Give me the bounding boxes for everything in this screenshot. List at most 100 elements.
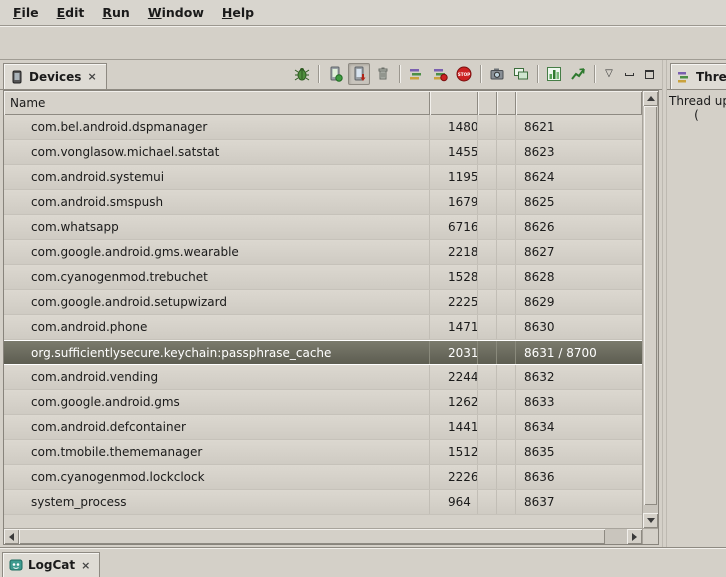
row-name-cell: com.android.systemui [4, 165, 430, 189]
close-icon[interactable]: × [86, 70, 97, 83]
row-port-cell: 8632 [516, 365, 642, 389]
column-header-s1[interactable] [478, 91, 497, 115]
start-method-profiling-icon[interactable] [429, 63, 451, 85]
row-spacer-cell [478, 115, 497, 139]
toolbar-separator [480, 65, 481, 83]
close-icon[interactable]: × [80, 559, 91, 572]
row-pid-cell: 1471 [430, 315, 478, 339]
row-pid-cell: 22440 [430, 365, 478, 389]
threads-message-line1: Thread up [669, 94, 724, 108]
dump-hprof-icon[interactable] [348, 63, 370, 85]
column-header-port[interactable] [516, 91, 642, 115]
row-pid-cell: 964 [430, 490, 478, 514]
menubar: File Edit Run Window Help [0, 0, 726, 26]
row-spacer-cell [478, 190, 497, 214]
cause-gc-icon[interactable] [372, 63, 394, 85]
row-spacer-cell [478, 215, 497, 239]
row-spacer-cell [497, 240, 516, 264]
row-pid-cell: 1679 [430, 190, 478, 214]
devices-toolbar: STOP [291, 63, 662, 89]
row-spacer-cell [497, 390, 516, 414]
row-pid-cell: 22265 [430, 465, 478, 489]
menu-help[interactable]: Help [213, 2, 263, 23]
scroll-right-icon[interactable] [627, 529, 642, 544]
screen-capture-icon[interactable] [486, 63, 508, 85]
table-row[interactable]: com.tmobile.thememanager 1512 8635 [4, 440, 642, 465]
menu-window[interactable]: Window [139, 2, 213, 23]
table-row[interactable]: com.android.systemui 1195 8624 [4, 165, 642, 190]
toolbar-separator [537, 65, 538, 83]
vertical-scrollbar[interactable] [643, 91, 658, 528]
table-row[interactable]: com.google.android.gms 12623 8633 [4, 390, 642, 415]
row-port-cell: 8635 [516, 440, 642, 464]
row-name-cell: com.android.vending [4, 365, 430, 389]
maximize-icon[interactable] [640, 65, 658, 83]
table-row[interactable]: com.android.smspush 1679 8625 [4, 190, 642, 215]
row-spacer-cell [478, 240, 497, 264]
row-name-cell: system_process [4, 490, 430, 514]
tab-logcat-label: LogCat [28, 558, 75, 572]
table-row[interactable]: org.sufficientlysecure.keychain:passphra… [4, 340, 642, 365]
ddms-window: File Edit Run Window Help Devices × [0, 0, 726, 577]
table-row[interactable]: com.bel.android.dspmanager 1480 8621 [4, 115, 642, 140]
column-header-name[interactable]: Name [4, 91, 430, 115]
row-spacer-cell [497, 415, 516, 439]
row-spacer-cell [478, 265, 497, 289]
device-table: Name com.bel.android.dspmanager 1480 862… [3, 90, 659, 545]
table-row[interactable]: com.google.android.gms.wearable 22185 86… [4, 240, 642, 265]
scroll-left-icon[interactable] [4, 529, 19, 544]
horizontal-scrollbar[interactable] [4, 528, 642, 544]
table-row[interactable]: com.google.android.setupwizard 22250 862… [4, 290, 642, 315]
row-spacer-cell [497, 290, 516, 314]
network-stats-icon[interactable] [567, 63, 589, 85]
screen-record-icon[interactable] [510, 63, 532, 85]
vertical-scroll-thumb[interactable] [644, 106, 657, 505]
column-header-s2[interactable] [497, 91, 516, 115]
row-spacer-cell [478, 290, 497, 314]
row-spacer-cell [478, 165, 497, 189]
row-spacer-cell [478, 490, 497, 514]
threads-message-line2: ( [669, 108, 724, 122]
toolbar-separator [318, 65, 319, 83]
row-port-cell: 8630 [516, 315, 642, 339]
minimize-icon[interactable] [620, 65, 638, 83]
device-icon [10, 70, 24, 84]
scroll-up-icon[interactable] [643, 91, 658, 106]
table-row[interactable]: com.android.phone 1471 8630 [4, 315, 642, 340]
tab-threads[interactable]: Threa [670, 63, 726, 89]
update-threads-icon[interactable] [405, 63, 427, 85]
row-spacer-cell [478, 341, 497, 364]
menu-edit[interactable]: Edit [48, 2, 94, 23]
table-row[interactable]: system_process 964 8637 [4, 490, 642, 515]
table-row[interactable]: com.cyanogenmod.trebuchet 1528 8628 [4, 265, 642, 290]
row-name-cell: com.tmobile.thememanager [4, 440, 430, 464]
row-name-cell: com.google.android.gms.wearable [4, 240, 430, 264]
logcat-icon [9, 558, 23, 572]
tab-devices[interactable]: Devices × [3, 63, 107, 89]
debug-process-icon[interactable] [291, 63, 313, 85]
row-pid-cell: 14411 [430, 415, 478, 439]
row-name-cell: com.android.smspush [4, 190, 430, 214]
table-row[interactable]: com.android.vending 22440 8632 [4, 365, 642, 390]
horizontal-scroll-thumb[interactable] [19, 529, 605, 544]
row-name-cell: com.whatsapp [4, 215, 430, 239]
menu-file[interactable]: File [4, 2, 48, 23]
tab-logcat[interactable]: LogCat × [2, 552, 100, 577]
row-name-cell: com.bel.android.dspmanager [4, 115, 430, 139]
row-spacer-cell [497, 215, 516, 239]
row-port-cell: 8623 [516, 140, 642, 164]
scroll-down-icon[interactable] [643, 513, 658, 528]
column-header-pid[interactable] [430, 91, 478, 115]
table-row[interactable]: com.cyanogenmod.lockclock 22265 8636 [4, 465, 642, 490]
table-row[interactable]: com.vonglasow.michael.satstat 14553 8623 [4, 140, 642, 165]
sysinfo-icon[interactable] [543, 63, 565, 85]
stop-process-icon[interactable]: STOP [453, 63, 475, 85]
row-pid-cell: 14553 [430, 140, 478, 164]
menu-run[interactable]: Run [93, 2, 138, 23]
table-row[interactable]: com.android.defcontainer 14411 8634 [4, 415, 642, 440]
row-pid-cell: 1480 [430, 115, 478, 139]
view-menu-icon[interactable]: ▽ [600, 65, 618, 83]
table-row[interactable]: com.whatsapp 6716 8626 [4, 215, 642, 240]
row-spacer-cell [478, 140, 497, 164]
update-heap-icon[interactable] [324, 63, 346, 85]
